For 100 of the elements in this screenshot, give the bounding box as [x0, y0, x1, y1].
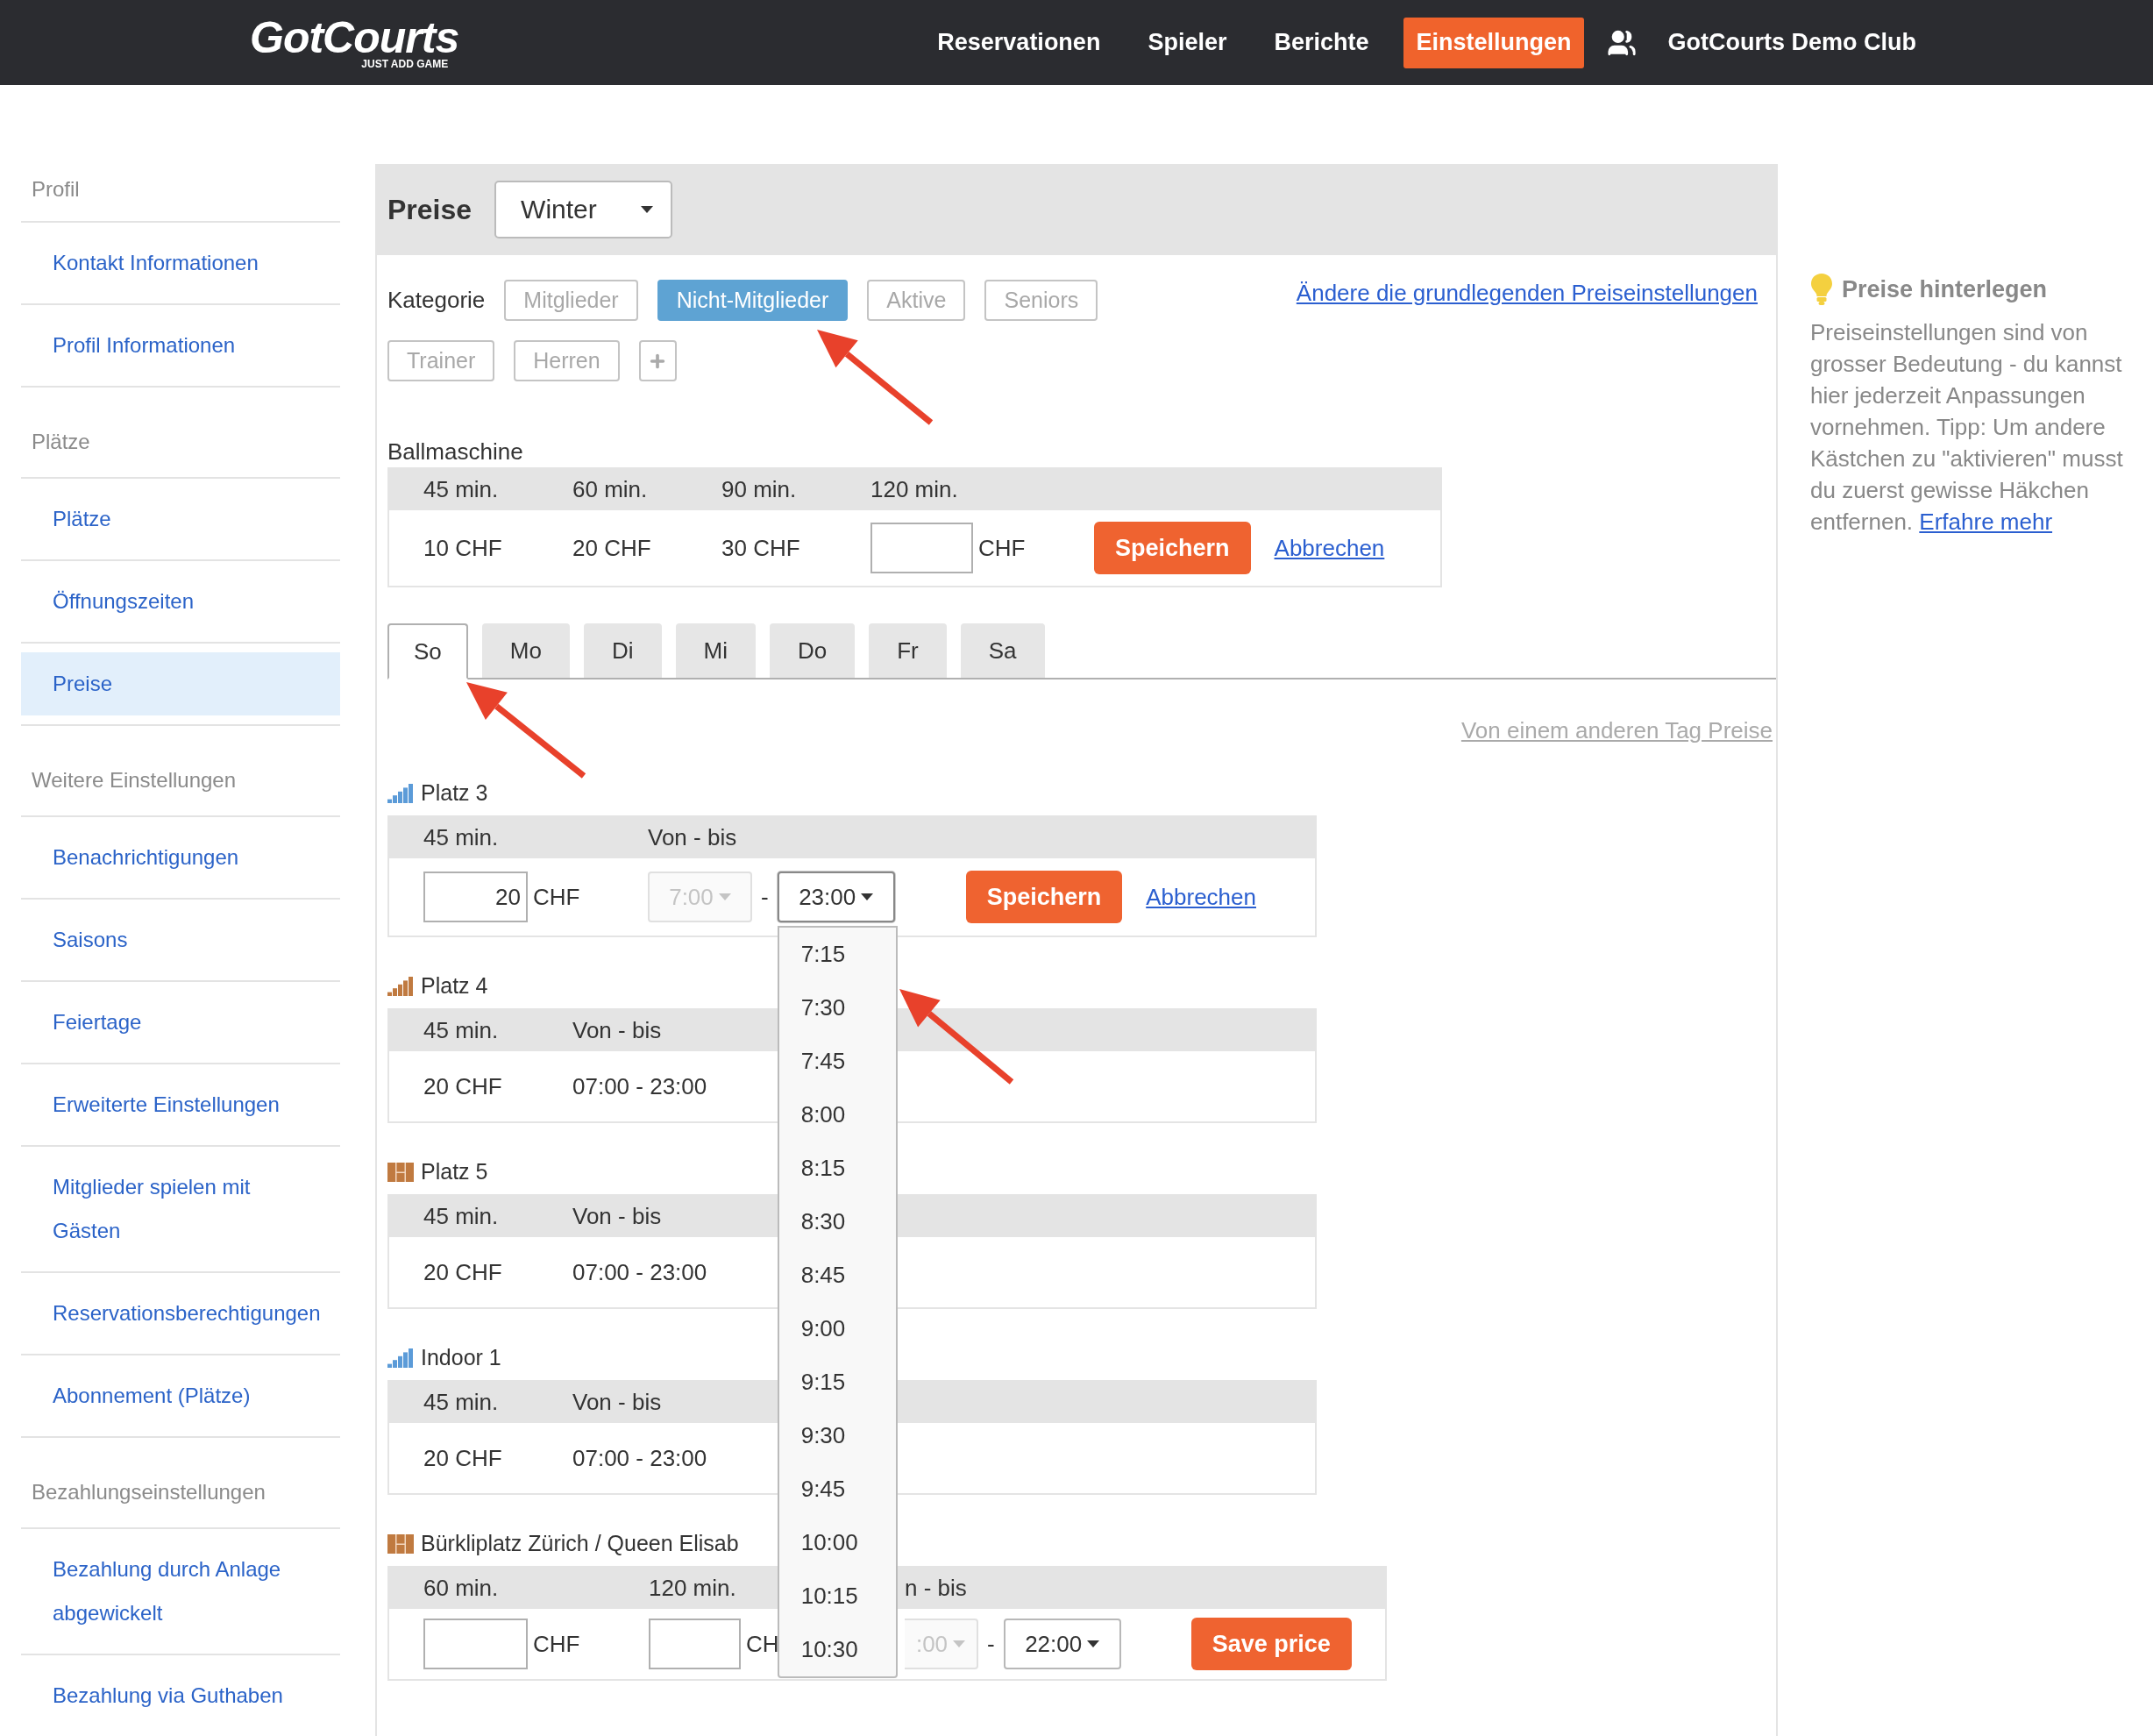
time-select[interactable]: 23:00 [777, 872, 895, 922]
court-name: Platz 5 [421, 1159, 488, 1185]
sidebar-section-title: Plätze [21, 388, 340, 479]
table-cell: 07:00 - 23:00 [572, 1072, 707, 1100]
sidebar-item[interactable]: Bezahlung via Guthaben [21, 1664, 340, 1727]
tip-title: Preise hinterlegen [1842, 275, 2048, 303]
tip-text: Preiseinstellungen sind von grosser Bedeutung - du kannst hier jederzeit Anpassungen vornehmen. Tipp: Um andere Kästchen zu "aktivieren" musst du zuerst gewisse Häkchen entfernen. Erfahre mehr [1810, 318, 2124, 537]
sidebar-item[interactable]: Reservationsberechtigungen [21, 1282, 340, 1345]
sidebar-item[interactable]: Bezahlung durch Anlage abgewickelt [21, 1538, 340, 1645]
time-option[interactable]: 9:00 [778, 1302, 896, 1355]
day-tab[interactable]: Mo [481, 623, 570, 678]
sidebar-item[interactable]: Kontakt Informationen [21, 231, 340, 295]
save-button[interactable]: Save price [1190, 1618, 1352, 1670]
column-header: 45 min. [423, 1389, 499, 1416]
table-cell: 30 CHF [721, 534, 800, 562]
time-option[interactable]: 10:30 [778, 1623, 896, 1676]
price-settings-link[interactable]: Ändere die grundlegenden Preiseinstellungen [1296, 280, 1758, 307]
panel-title: Preise [387, 193, 473, 226]
time-option[interactable]: 8:45 [778, 1249, 896, 1302]
caret-icon [718, 893, 731, 900]
season-select[interactable]: Winter [494, 181, 673, 238]
cancel-link[interactable]: Abbrechen [1274, 534, 1385, 562]
add-category-button[interactable] [638, 340, 677, 381]
column-header: Von - bis [572, 1017, 662, 1044]
sidebar-item[interactable]: Profil Informationen [21, 314, 340, 377]
time-option[interactable]: 8:15 [778, 1142, 896, 1195]
time-option[interactable]: 9:45 [778, 1462, 896, 1516]
day-tab[interactable]: Mi [675, 623, 756, 678]
table-cell: 07:00 - 23:00 [572, 1258, 707, 1286]
time-option[interactable]: 10:15 [778, 1569, 896, 1623]
table-cell: 20 CHF [423, 1444, 502, 1472]
range-dash: - [987, 1630, 995, 1658]
currency-label: CHF [978, 534, 1026, 562]
time-option[interactable]: 8:00 [778, 1088, 896, 1142]
currency-label: CHF [533, 883, 580, 911]
court-name: Platz 4 [421, 973, 488, 999]
currency-label: CHF [533, 1630, 580, 1658]
column-header: 45 min. [423, 476, 499, 503]
time-option[interactable]: 9:15 [778, 1355, 896, 1409]
price-input[interactable] [423, 1619, 528, 1669]
time-select[interactable]: 22:00 [1003, 1619, 1121, 1669]
price-input[interactable] [870, 523, 973, 573]
price-input[interactable] [649, 1619, 741, 1669]
sidebar-item[interactable]: Saisons [21, 908, 340, 971]
court-name: Platz 3 [421, 780, 488, 806]
column-header: Von - bis [648, 824, 737, 851]
sidebar-item[interactable]: Öffnungszeiten [21, 570, 340, 633]
nav-item[interactable]: Berichte [1261, 17, 1382, 68]
sidebar-item[interactable]: Feiertage [21, 991, 340, 1054]
day-tab[interactable]: So [387, 623, 468, 679]
section-label: Ballmaschine [387, 438, 524, 466]
category-label: Kategorie [387, 287, 486, 314]
column-header: 120 min. [649, 1575, 736, 1602]
sidebar-item[interactable]: Benachrichtigungen [21, 826, 340, 889]
table-cell: 10 CHF [423, 534, 502, 562]
sidebar-item[interactable]: Abonnement (Plätze) [21, 1364, 340, 1427]
nav-item[interactable]: Spieler [1135, 17, 1240, 68]
time-option[interactable]: 7:45 [778, 1035, 896, 1088]
nav-item[interactable]: Reservationen [925, 17, 1113, 68]
currency-label: CH [746, 1630, 779, 1658]
column-header: 120 min. [870, 476, 958, 503]
price-input[interactable]: 20 [423, 872, 528, 922]
court-name: Indoor 1 [421, 1345, 501, 1370]
nav-item[interactable]: Einstellungen [1403, 17, 1584, 68]
range-dash: - [761, 883, 769, 911]
time-option[interactable]: 8:30 [778, 1195, 896, 1249]
time-option[interactable]: 9:30 [778, 1409, 896, 1462]
save-button[interactable]: Speichern [1094, 522, 1251, 574]
caret-icon [953, 1640, 966, 1647]
sidebar-section-title: Weitere Einstellungen [21, 726, 340, 817]
caret-icon [861, 893, 874, 900]
column-header: 60 min. [423, 1575, 499, 1602]
court-name: Bürkliplatz Zürich / Queen Elisab [421, 1531, 739, 1556]
club-name[interactable]: GotCourts Demo Club [1659, 29, 1925, 56]
logo-tagline: JUST ADD GAME [361, 57, 449, 70]
column-header: 90 min. [721, 476, 797, 503]
time-option[interactable]: 10:00 [778, 1516, 896, 1569]
sidebar-item[interactable]: Erweiterte Einstellungen [21, 1073, 340, 1136]
time-option[interactable]: 7:15 [778, 928, 896, 981]
logo-text[interactable]: GotCourts [250, 15, 459, 60]
sidebar-section-title: Profil [21, 164, 340, 223]
learn-more-link[interactable]: Erfahre mehr [1919, 509, 2053, 535]
day-tab[interactable]: Fr [869, 623, 947, 678]
sidebar-item[interactable]: Mitglieder spielen mit Gästen [21, 1156, 340, 1263]
lightbulb-icon [1810, 273, 1833, 306]
cancel-link[interactable]: Abbrechen [1146, 883, 1256, 911]
column-header: Von - bis [572, 1203, 662, 1230]
save-button[interactable]: Speichern [965, 871, 1123, 923]
table-cell: 20 CHF [423, 1072, 502, 1100]
sidebar-item[interactable]: Preise [21, 652, 340, 715]
column-header: 45 min. [423, 1017, 499, 1044]
table-cell: 20 CHF [423, 1258, 502, 1286]
caret-icon [641, 206, 654, 213]
sidebar-item[interactable]: Plätze [21, 487, 340, 551]
caret-icon [1087, 1640, 1100, 1647]
time-option[interactable]: 7:30 [778, 981, 896, 1035]
day-tab[interactable]: Di [583, 623, 662, 678]
day-tab[interactable]: Sa [960, 623, 1045, 678]
column-header: Von - bis [572, 1389, 662, 1416]
day-tab[interactable]: Do [769, 623, 856, 678]
